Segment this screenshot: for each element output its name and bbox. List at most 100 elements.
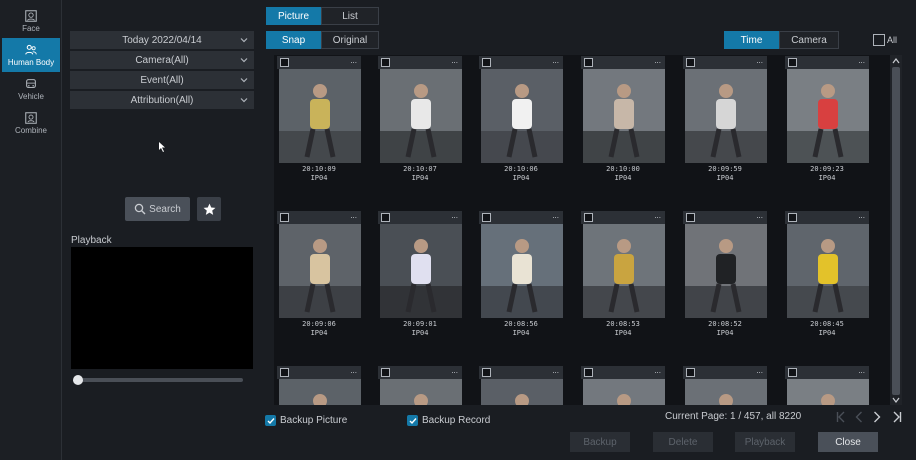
card-select-checkbox[interactable]: [788, 58, 797, 67]
person-snapshot-image: [481, 69, 563, 163]
tab-original[interactable]: Original: [321, 31, 379, 49]
card-select-checkbox[interactable]: [788, 368, 797, 377]
playback-video: [71, 247, 253, 369]
close-button-label: Close: [835, 436, 861, 448]
card-more-icon[interactable]: ...: [858, 56, 865, 65]
chevron-down-icon: [240, 58, 248, 63]
card-select-checkbox[interactable]: [381, 368, 390, 377]
check-icon: [409, 417, 417, 424]
card-select-checkbox[interactable]: [584, 58, 593, 67]
attribution-filter-dropdown[interactable]: Attribution(All): [70, 91, 254, 109]
card-select-checkbox[interactable]: [686, 58, 695, 67]
card-more-icon[interactable]: ...: [654, 211, 661, 220]
backup-button[interactable]: Backup: [570, 432, 630, 452]
person-snapshot-image: [481, 379, 563, 405]
rail-item-vehicle[interactable]: Vehicle: [2, 72, 60, 106]
card-select-checkbox[interactable]: [788, 213, 797, 222]
pagination-info: Current Page: 1 / 457, all 8220: [665, 411, 802, 422]
person-snapshot-image: [583, 379, 665, 405]
rail-item-human-body[interactable]: Human Body: [2, 38, 60, 72]
close-button[interactable]: Close: [818, 432, 878, 452]
chevron-down-icon: [240, 98, 248, 103]
card-more-icon[interactable]: ...: [451, 366, 458, 375]
card-more-icon[interactable]: ...: [552, 56, 559, 65]
card-select-checkbox[interactable]: [686, 213, 695, 222]
card-select-checkbox[interactable]: [584, 368, 593, 377]
card-more-icon[interactable]: ...: [451, 211, 458, 220]
prev-page-icon[interactable]: [855, 411, 863, 423]
camera-filter-value: Camera(All): [135, 54, 189, 66]
scroll-up-icon[interactable]: [892, 58, 900, 64]
tab-snap[interactable]: Snap: [266, 31, 321, 49]
card-more-icon[interactable]: ...: [858, 366, 865, 375]
card-select-checkbox[interactable]: [381, 58, 390, 67]
card-select-checkbox[interactable]: [686, 368, 695, 377]
playback-progress-handle[interactable]: [73, 375, 83, 385]
person-snapshot-image: [583, 224, 665, 318]
sort-time-tab[interactable]: Time: [724, 31, 779, 49]
event-filter-dropdown[interactable]: Event(All): [70, 71, 254, 89]
card-more-icon[interactable]: ...: [552, 211, 559, 220]
card-more-icon[interactable]: ...: [858, 211, 865, 220]
card-select-checkbox[interactable]: [280, 368, 289, 377]
backup-picture-checkbox[interactable]: [265, 415, 276, 426]
card-more-icon[interactable]: ...: [350, 56, 357, 65]
card-more-icon[interactable]: ...: [654, 366, 661, 375]
search-button[interactable]: Search: [125, 197, 190, 221]
card-select-checkbox[interactable]: [584, 213, 593, 222]
event-filter-value: Event(All): [140, 74, 184, 86]
camera-filter-dropdown[interactable]: Camera(All): [70, 51, 254, 69]
card-header: ...: [378, 56, 462, 69]
card-more-icon[interactable]: ...: [654, 56, 661, 65]
rail-item-combine[interactable]: Combine: [2, 106, 60, 140]
card-more-icon[interactable]: ...: [350, 211, 357, 220]
card-more-icon[interactable]: ...: [756, 211, 763, 220]
next-page-icon[interactable]: [873, 411, 881, 423]
first-page-icon[interactable]: [836, 411, 846, 423]
backup-record-label: Backup Record: [422, 415, 491, 426]
person-snapshot-image: [380, 224, 462, 318]
card-header: ...: [479, 366, 563, 379]
card-select-checkbox[interactable]: [280, 213, 289, 222]
attribution-filter-value: Attribution(All): [130, 94, 194, 106]
card-select-checkbox[interactable]: [280, 58, 289, 67]
card-select-checkbox[interactable]: [482, 368, 491, 377]
select-all-label: All: [887, 35, 898, 45]
tab-picture[interactable]: Picture: [266, 7, 321, 25]
card-select-checkbox[interactable]: [482, 58, 491, 67]
card-camera: IP04: [818, 174, 836, 182]
card-timestamp: 20:10:00: [606, 165, 640, 173]
card-more-icon[interactable]: ...: [756, 56, 763, 65]
card-header: ...: [785, 211, 869, 224]
select-all-checkbox[interactable]: [873, 34, 885, 46]
sort-camera-tab[interactable]: Camera: [779, 31, 839, 49]
chevron-down-icon: [240, 78, 248, 83]
card-more-icon[interactable]: ...: [756, 366, 763, 375]
backup-record-checkbox[interactable]: [407, 415, 418, 426]
card-header: ...: [479, 56, 563, 69]
card-header: ...: [277, 366, 361, 379]
date-filter-dropdown[interactable]: Today 2022/04/14: [70, 31, 254, 49]
date-filter-value: Today 2022/04/14: [122, 34, 202, 46]
card-more-icon[interactable]: ...: [350, 366, 357, 375]
search-icon: [134, 203, 146, 215]
playback-progress-track[interactable]: [80, 378, 243, 382]
favorite-button[interactable]: [197, 197, 221, 221]
person-snapshot-image: [685, 379, 767, 405]
search-button-label: Search: [149, 203, 181, 215]
card-more-icon[interactable]: ...: [451, 56, 458, 65]
card-select-checkbox[interactable]: [381, 213, 390, 222]
scrollbar-thumb[interactable]: [892, 67, 900, 395]
last-page-icon[interactable]: [892, 411, 902, 423]
mouse-cursor-icon: [159, 142, 165, 152]
card-more-icon[interactable]: ...: [552, 366, 559, 375]
delete-button[interactable]: Delete: [653, 432, 713, 452]
grid-scrollbar[interactable]: [890, 55, 902, 405]
card-select-checkbox[interactable]: [482, 213, 491, 222]
rail-item-face[interactable]: Face: [2, 4, 60, 38]
scroll-down-icon[interactable]: [892, 397, 900, 403]
check-icon: [267, 417, 275, 424]
tab-list[interactable]: List: [321, 7, 379, 25]
person-snapshot-image: [787, 224, 869, 318]
playback-button[interactable]: Playback: [735, 432, 795, 452]
